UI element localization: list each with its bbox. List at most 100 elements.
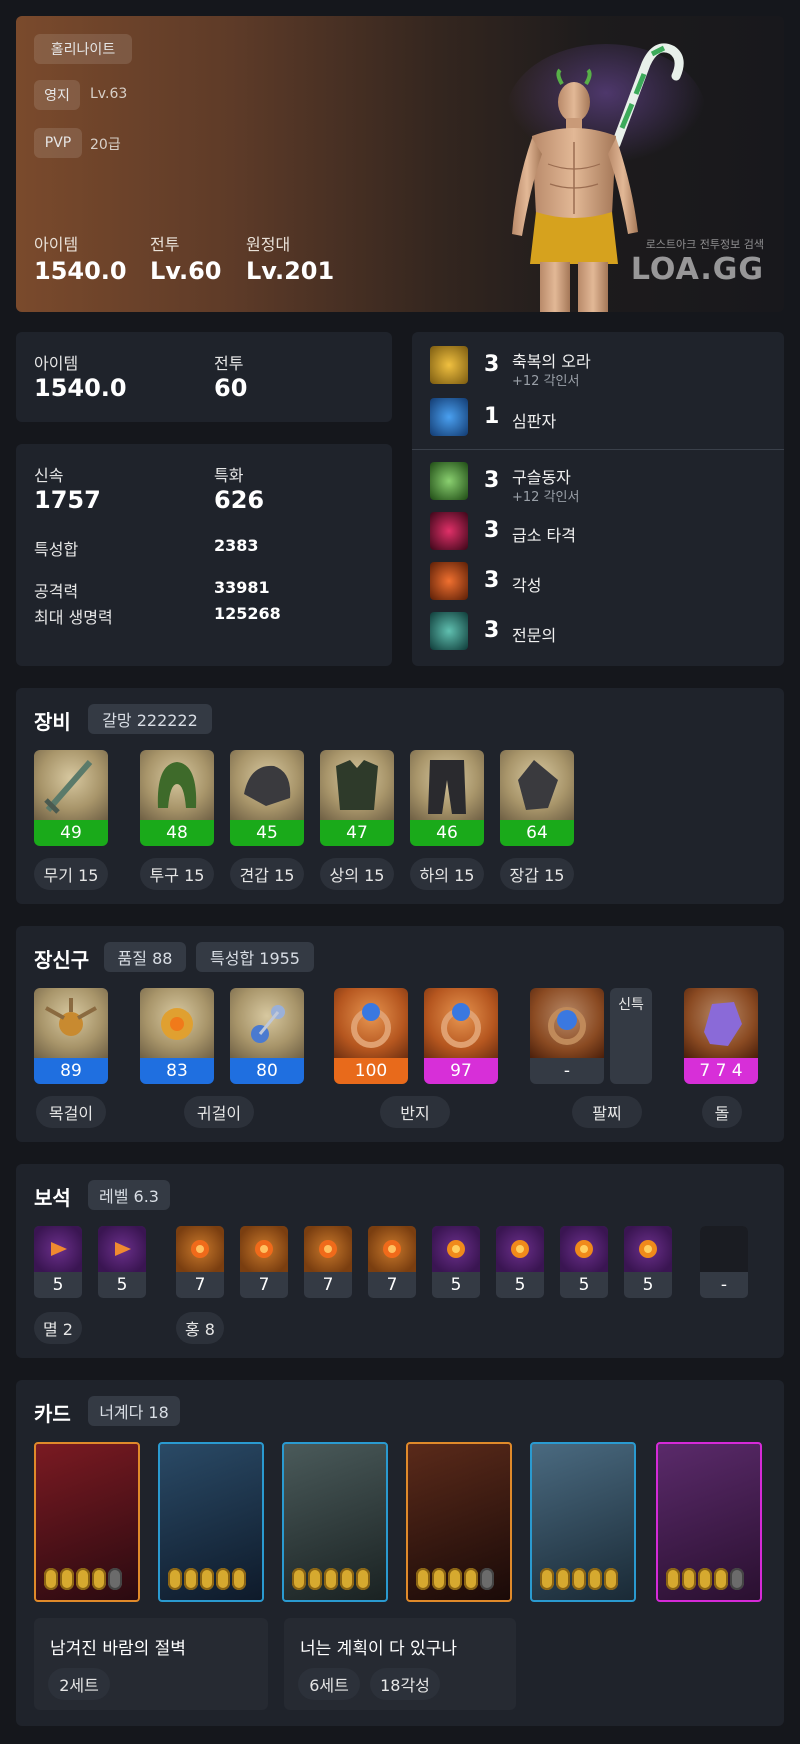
watermark-logo: LOA.GG [630,252,764,287]
blessed-aura-icon [430,346,468,384]
shoulder-label: 견갑 15 [230,858,304,890]
gem-level: - [720,1275,728,1295]
weapon-tile[interactable]: 49 [34,750,108,846]
bracelet-effect-box: 신특 [610,988,652,1084]
empty-gem-icon [700,1226,748,1272]
crimson-gem-icon [368,1226,416,1272]
engraving-sub: +12 각인서 [512,490,580,505]
ring1-tile[interactable]: 100 [334,988,408,1084]
pants-label: 하의 15 [410,858,484,890]
gem-slot[interactable]: 7 [304,1226,352,1298]
earring1-tile[interactable]: 83 [140,988,214,1084]
gloves-tile[interactable]: 64 [500,750,574,846]
engraving-level: 3 [484,568,500,593]
ring-icon [424,988,498,1058]
engraving-name: 급소 타격 [512,526,576,545]
gloves-quality: 64 [500,820,574,846]
gems-title: 보석 [34,1186,71,1210]
gem-level-tag: 레벨 6.3 [88,1180,170,1210]
cards-panel: 카드 너계다 18 남겨진 바람의 절벽 2세트 너는 계획이 다 있구나 6세… [16,1380,784,1726]
gem-icon [560,1226,608,1272]
gem-slot[interactable]: 5 [98,1226,146,1298]
necklace-tile[interactable]: 89 [34,988,108,1084]
gem-slot[interactable]: 7 [368,1226,416,1298]
territory-value: Lv.63 [90,86,128,102]
gem-slot[interactable]: 5 [496,1226,544,1298]
gem-icon [624,1226,672,1272]
summary-combat-label: 전투 [214,354,244,373]
earring2-tile[interactable]: 80 [230,988,304,1084]
pants-quality: 46 [410,820,484,846]
card[interactable] [656,1442,762,1602]
sword-icon [34,750,108,820]
stat-total-value: 2383 [214,536,259,555]
hero-expedition-label: 원정대 [246,235,291,254]
gloves-icon [500,750,574,820]
bracelet-value: - [530,1058,604,1084]
ring2-quality: 97 [424,1058,498,1084]
gem-slot[interactable]: 5 [432,1226,480,1298]
summary-item-value: 1540.0 [34,374,127,402]
watermark-caption: 로스트아크 전투정보 검색 [645,238,764,251]
awakening-stars [168,1568,246,1590]
hero-expedition-value: Lv.201 [246,257,335,285]
attack-label: 공격력 [34,582,79,601]
engraving-name: 심판자 [512,412,557,431]
gem-slot[interactable]: 5 [560,1226,608,1298]
awakening-stars [292,1568,370,1590]
pants-tile[interactable]: 46 [410,750,484,846]
gloves-label: 장갑 15 [500,858,574,890]
pvp-value: 20급 [90,137,121,153]
gem-slot[interactable]: 5 [624,1226,672,1298]
swiftness-label: 신속 [34,466,64,485]
gem-level: 7 [258,1275,270,1295]
gem-level: 5 [514,1275,526,1295]
stat-total-label: 특성합 [34,540,79,559]
gem-level: 5 [450,1275,462,1295]
engraving-level: 3 [484,352,500,377]
chest-tile[interactable]: 47 [320,750,394,846]
doom-gem-count: 멸 2 [34,1312,82,1344]
earring-icon [140,988,214,1058]
equipment-panel: 장비 갈망 222222 49 48 45 47 46 64 무기 15 투구 … [16,688,784,904]
ring2-tile[interactable]: 97 [424,988,498,1084]
card-set-tag: 너계다 18 [88,1396,180,1426]
shoulder-icon [230,750,304,820]
card[interactable] [158,1442,264,1602]
earring-label: 귀걸이 [184,1096,254,1128]
helmet-label: 투구 15 [140,858,214,890]
gems-panel: 보석 레벨 6.3 5 5 7 7 7 7 5 5 5 5 - 멸 2 홍 8 [16,1164,784,1358]
helmet-tile[interactable]: 48 [140,750,214,846]
card-set-title: 남겨진 바람의 절벽 [50,1639,186,1659]
shoulder-tile[interactable]: 45 [230,750,304,846]
weapon-quality: 49 [34,820,108,846]
awakening-stars [666,1568,744,1590]
hero-combat-value: Lv.60 [150,257,222,285]
crimson-gem-icon [304,1226,352,1272]
earring-icon [230,988,304,1058]
stone-value: 7 7 4 [684,1058,758,1084]
stat-sum-tag: 특성합 1955 [196,942,314,972]
pants-icon [410,750,484,820]
gem-slot[interactable]: 7 [176,1226,224,1298]
ring-label: 반지 [380,1096,450,1128]
gem-icon [432,1226,480,1272]
card[interactable] [530,1442,636,1602]
crimson-gem-count: 홍 8 [176,1312,224,1344]
max-hp-label: 최대 생명력 [34,608,113,627]
gem-slot[interactable]: 5 [34,1226,82,1298]
gem-slot[interactable]: 7 [240,1226,288,1298]
gem-slot-empty[interactable]: - [700,1226,748,1298]
card[interactable] [34,1442,140,1602]
card[interactable] [406,1442,512,1602]
engraving-level: 3 [484,468,500,493]
max-hp-value: 125268 [214,604,281,623]
card-set-chip: 2세트 [48,1668,110,1700]
helmet-quality: 48 [140,820,214,846]
card[interactable] [282,1442,388,1602]
gem-level: 5 [578,1275,590,1295]
ring-icon [334,988,408,1058]
stone-tile[interactable]: 7 7 4 [684,988,758,1084]
hero-item-label: 아이템 [34,235,79,254]
bracelet-tile[interactable]: - [530,988,604,1084]
